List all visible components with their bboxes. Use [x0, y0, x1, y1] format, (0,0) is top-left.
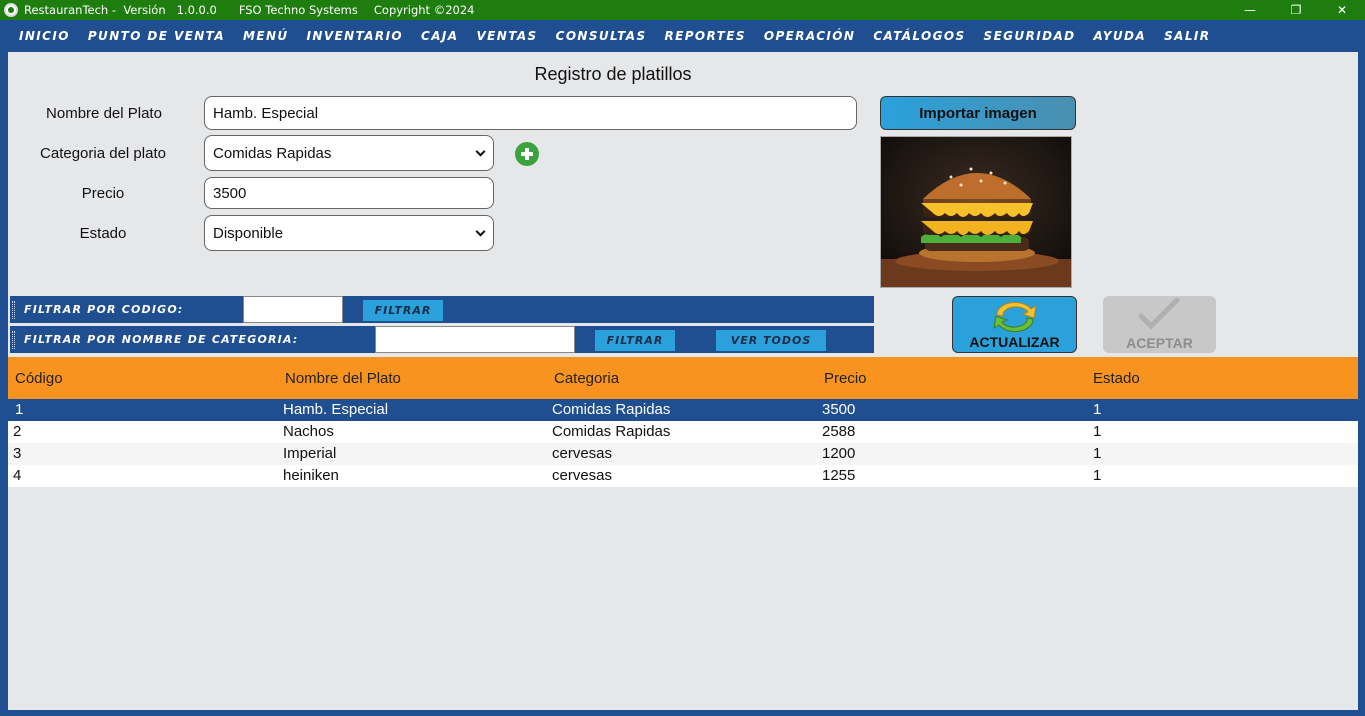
cell-category: Comidas Rapidas [552, 401, 671, 418]
dish-name-input[interactable]: Hamb. Especial [204, 96, 857, 130]
column-header-category[interactable]: Categoria [554, 370, 619, 387]
menu-inicio[interactable]: INICIO [10, 29, 79, 43]
view-all-button[interactable]: VER TODOS [716, 330, 826, 351]
add-category-icon[interactable] [515, 142, 539, 166]
menu-salir[interactable]: SALIR [1155, 29, 1219, 43]
filter-by-category-panel: FILTRAR POR NOMBRE DE CATEGORIA: FILTRAR… [10, 326, 874, 353]
cell-price: 1255 [822, 467, 856, 484]
content-area: Registro de platillos Nombre del Plato H… [8, 52, 1358, 710]
table-row[interactable]: 4 heiniken cervesas 1255 1 [8, 465, 1358, 487]
column-header-code[interactable]: Código [15, 370, 63, 387]
filter-category-label: FILTRAR POR NOMBRE DE CATEGORIA: [24, 333, 299, 346]
menu-consultas[interactable]: CONSULTAS [547, 29, 656, 43]
column-header-name[interactable]: Nombre del Plato [285, 370, 401, 387]
minimize-button[interactable]: — [1227, 0, 1273, 20]
accept-button[interactable]: ACEPTAR [1103, 296, 1216, 353]
copyright-text: Copyright ©2024 [373, 3, 475, 17]
cell-code: 2 [13, 423, 22, 440]
burger-image [881, 137, 1071, 287]
refresh-button[interactable]: ACTUALIZAR [952, 296, 1077, 353]
filter-code-button[interactable]: FILTRAR [363, 300, 443, 321]
menu-menu[interactable]: MENÚ [234, 29, 298, 43]
close-button[interactable]: ✕ [1319, 0, 1365, 20]
cell-code: 4 [13, 467, 22, 484]
cell-status: 1 [1093, 423, 1102, 440]
cell-price: 3500 [822, 401, 856, 418]
cell-status: 1 [1093, 401, 1102, 418]
dish-name-label: Nombre del Plato [46, 105, 162, 122]
table-header: Código Nombre del Plato Categoria Precio… [8, 357, 1358, 399]
category-label: Categoria del plato [40, 145, 166, 162]
chevron-down-icon [475, 226, 486, 237]
status-select[interactable]: Disponible [204, 215, 494, 251]
refresh-icon [993, 302, 1037, 332]
category-select[interactable]: Comidas Rapidas [204, 135, 494, 171]
status-select-value: Disponible [213, 224, 284, 242]
cell-category: cervesas [552, 445, 613, 462]
company-name: FSO Techno Systems [238, 3, 358, 17]
menu-caja[interactable]: CAJA [412, 29, 467, 43]
menu-punto-de-venta[interactable]: PUNTO DE VENTA [79, 29, 234, 43]
import-image-button[interactable]: Importar imagen [880, 96, 1076, 130]
menu-inventario[interactable]: INVENTARIO [298, 29, 412, 43]
cell-code: 1 [15, 401, 24, 418]
menu-ventas[interactable]: VENTAS [467, 29, 546, 43]
cell-name: Hamb. Especial [283, 401, 389, 418]
menu-catalogos[interactable]: CATÁLOGOS [864, 29, 974, 43]
cell-name: heiniken [283, 467, 339, 484]
filter-code-input[interactable] [243, 296, 343, 323]
filter-category-input[interactable] [375, 326, 575, 353]
app-name: RestauranTech [24, 3, 109, 17]
main-menu: INICIO PUNTO DE VENTA MENÚ INVENTARIO CA… [0, 20, 1365, 52]
cell-code: 3 [13, 445, 22, 462]
price-label: Precio [81, 185, 125, 202]
app-version: - Versión 1.0.0.0 [111, 3, 217, 17]
filter-by-code-panel: FILTRAR POR CODIGO: FILTRAR [10, 296, 874, 323]
price-input[interactable]: 3500 [204, 177, 494, 209]
table-row[interactable]: 1 Hamb. Especial Comidas Rapidas 3500 1 [8, 399, 1358, 421]
category-select-value: Comidas Rapidas [213, 144, 332, 162]
grip-handle-icon[interactable] [12, 300, 15, 319]
filter-code-label: FILTRAR POR CODIGO: [24, 303, 184, 316]
menu-seguridad[interactable]: SEGURIDAD [975, 29, 1085, 43]
column-header-status[interactable]: Estado [1093, 370, 1140, 387]
cell-price: 1200 [822, 445, 856, 462]
page-title: Registro de platillos [534, 64, 692, 84]
cell-name: Nachos [283, 423, 334, 440]
menu-operacion[interactable]: OPERACIÓN [755, 29, 864, 43]
checkmark-icon [1138, 298, 1180, 330]
cell-category: cervesas [552, 467, 613, 484]
accept-label: ACEPTAR [1126, 335, 1193, 351]
cell-status: 1 [1093, 445, 1102, 462]
title-bar: RestauranTech - Versión 1.0.0.0 FSO Techn… [0, 0, 1365, 20]
chevron-down-icon [475, 146, 486, 157]
app-logo-icon [4, 3, 18, 17]
cell-price: 2588 [822, 423, 856, 440]
refresh-label: ACTUALIZAR [969, 334, 1060, 350]
status-label: Estado [79, 225, 127, 242]
table-row[interactable]: 2 Nachos Comidas Rapidas 2588 1 [8, 421, 1358, 443]
grip-handle-icon[interactable] [12, 330, 15, 349]
dish-photo [880, 136, 1072, 288]
cell-category: Comidas Rapidas [552, 423, 671, 440]
table-row[interactable]: 3 Imperial cervesas 1200 1 [8, 443, 1358, 465]
cell-name: Imperial [283, 445, 337, 462]
column-header-price[interactable]: Precio [824, 370, 867, 387]
menu-ayuda[interactable]: AYUDA [1085, 29, 1156, 43]
cell-status: 1 [1093, 467, 1102, 484]
filter-category-button[interactable]: FILTRAR [595, 330, 675, 351]
maximize-button[interactable]: ❐ [1273, 0, 1319, 20]
menu-reportes[interactable]: REPORTES [656, 29, 755, 43]
